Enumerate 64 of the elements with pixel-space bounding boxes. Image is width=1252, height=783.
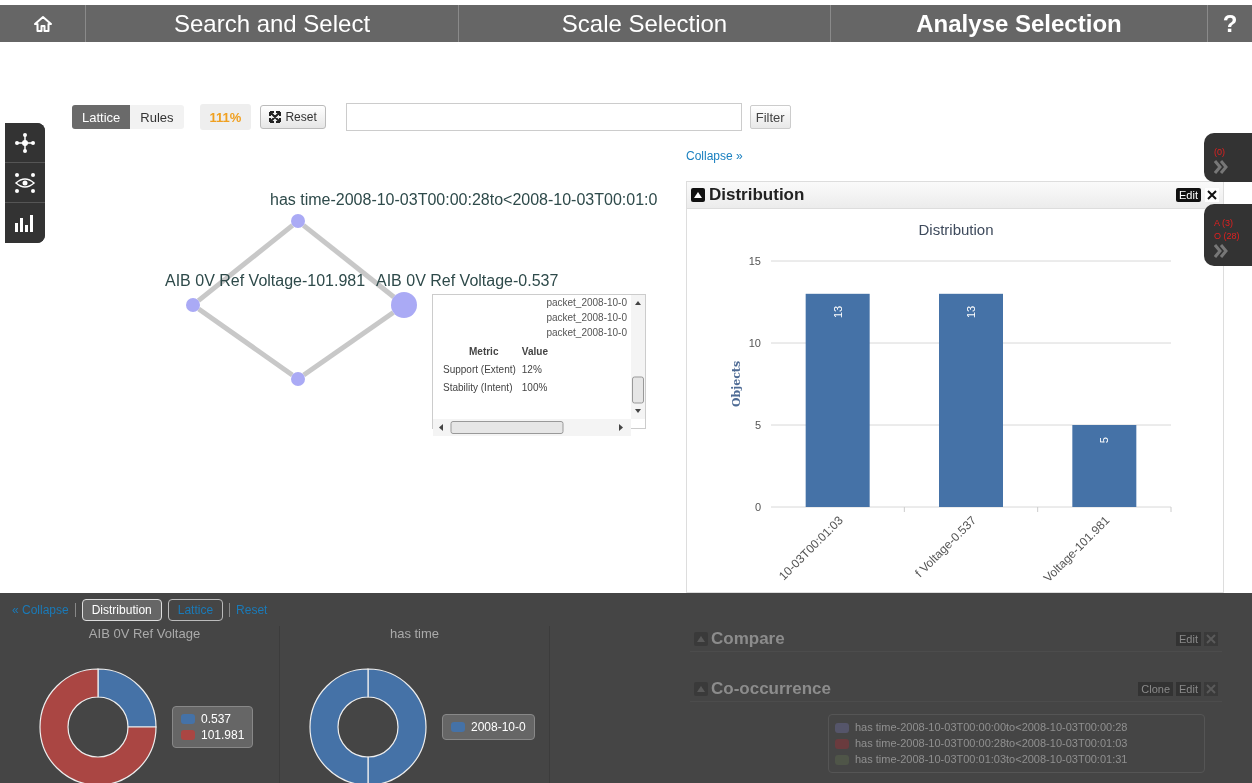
object-item: packet_2008-10-0 (545, 311, 628, 325)
table-cell-text: 12% (521, 363, 543, 377)
legend-label: 2008-10-0 (471, 720, 526, 734)
node-label: AIB 0V Ref Voltage-0.537 (376, 272, 559, 290)
chart-title: Distribution (918, 221, 994, 238)
network-icon (14, 131, 36, 154)
panel-button[interactable]: Clone (1138, 681, 1174, 696)
y-tick-label: 10 (748, 337, 761, 349)
column-header: Metric (443, 344, 522, 362)
bottom-tab[interactable]: Distribution (81, 598, 162, 621)
zoom-level: 111% (199, 104, 252, 130)
facet-title: AIB 0V Ref Voltage (88, 626, 201, 641)
count-label: (0) (1214, 147, 1226, 157)
view-toggle-tab[interactable]: Rules (130, 105, 184, 129)
filter-button[interactable]: Filter (749, 105, 791, 129)
vertical-scrollbar[interactable] (631, 295, 645, 419)
side-tab[interactable]: A (3) O (28) (1204, 204, 1252, 266)
table-cell: Stability (Intent) (443, 380, 522, 398)
legend-label: has time-2008-10-03T00:01:03to<2008-10-03T00:01:31 (855, 753, 1128, 766)
panel-button[interactable]: Edit (1176, 631, 1201, 646)
view-toggle-tab[interactable]: Lattice (72, 105, 131, 129)
panel-title: Co-occurrence (711, 678, 832, 699)
bar-value-label: 13 (965, 305, 977, 319)
lattice-view-button[interactable] (5, 123, 45, 163)
eye-graph-icon (13, 171, 37, 194)
panel-title: Compare (711, 628, 786, 649)
table-cell-text: 100% (521, 381, 549, 395)
bar-chart-icon (14, 213, 36, 233)
filter-field[interactable] (345, 103, 742, 131)
y-tick-label: 0 (754, 501, 761, 513)
lattice-node[interactable] (391, 292, 417, 318)
home-icon (32, 14, 53, 33)
reset-button[interactable]: Reset (260, 105, 326, 129)
legend-label: 101.981 (201, 728, 245, 742)
y-axis-title: Objects (730, 360, 743, 408)
lattice-node[interactable] (291, 372, 305, 386)
collapse-link[interactable]: Collapse » (686, 149, 743, 163)
edit-button[interactable]: Edit (1176, 188, 1201, 202)
legend-label: has time-2008-10-03T00:00:28to<2008-10-03T00:01:03 (855, 737, 1128, 750)
lattice-node[interactable] (186, 298, 200, 312)
object-item: packet_2008-10-0 (545, 296, 628, 310)
bar-value-label: 13 (831, 305, 844, 319)
double-chevron-icon[interactable] (1214, 244, 1228, 258)
close-icon[interactable] (1205, 188, 1219, 202)
table-cell: Support (Extent) (443, 362, 522, 380)
node-label: has time-2008-10-03T00:00:28to<2008-10-03T00:01:0 (270, 191, 658, 209)
horizontal-scrollbar[interactable] (433, 419, 631, 436)
y-tick-label: 5 (754, 419, 761, 431)
column-header: Value (521, 345, 549, 359)
lattice-node[interactable] (291, 214, 305, 228)
legend-label: has time-2008-10-03T00:00:00to<2008-10-03T00:00:28 (855, 721, 1128, 734)
fit-icon (269, 111, 282, 123)
side-tab[interactable]: (0) (1204, 133, 1252, 182)
panel-title: Distribution (709, 185, 806, 205)
count-label: A (3) (1214, 218, 1234, 228)
y-tick-label: 15 (748, 255, 761, 267)
object-item: packet_2008-10-0 (545, 326, 628, 340)
bar-value-label: 5 (1098, 437, 1111, 444)
count-label: O (28) (1214, 231, 1241, 241)
legend-label: 0.537 (201, 712, 232, 726)
node-label: AIB 0V Ref Voltage-101.981 (165, 272, 366, 290)
panel-button[interactable]: Edit (1176, 681, 1201, 696)
facet-title: has time (389, 626, 440, 641)
double-chevron-icon[interactable] (1214, 160, 1228, 174)
